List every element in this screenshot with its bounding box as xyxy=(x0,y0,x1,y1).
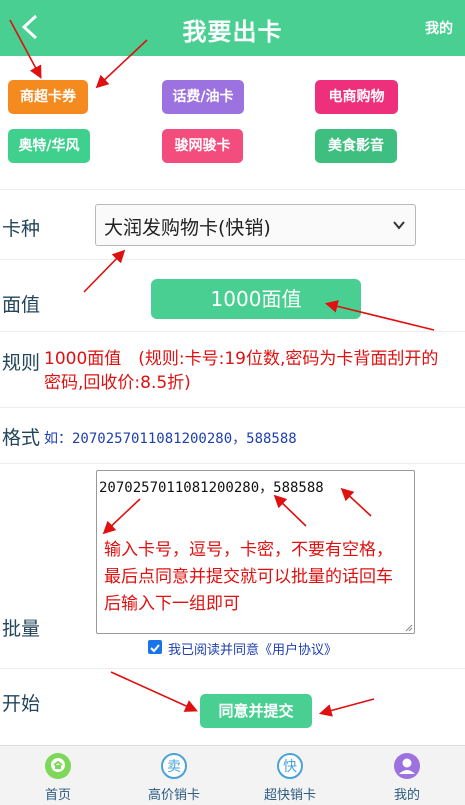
tab-high-price-sell-label: 高价销卡 xyxy=(147,788,200,803)
format-example: 如：2070257011081200280，588588 xyxy=(44,431,297,447)
tab-home[interactable]: 首页 xyxy=(0,746,116,805)
category-aote-huafeng-button[interactable]: 奥特/华风 xyxy=(8,129,90,163)
card-type-select[interactable]: 大润发购物卡(快销) xyxy=(95,204,416,246)
category-food-media-button[interactable]: 美食影音 xyxy=(315,129,397,163)
header-mine-link[interactable]: 我的 xyxy=(425,18,453,38)
category-junwang-button[interactable]: 骏网骏卡 xyxy=(162,129,243,163)
card-type-label: 卡种 xyxy=(2,218,41,240)
card-type-selected-value: 大润发购物卡(快销) xyxy=(104,217,271,239)
category-phone-fuel-button[interactable]: 话费/油卡 xyxy=(162,80,244,114)
agreement-checkbox[interactable] xyxy=(148,640,162,654)
tab-home-label: 首页 xyxy=(44,788,71,803)
tab-mine[interactable]: 我的 xyxy=(349,746,465,805)
tab-mine-label: 我的 xyxy=(393,788,420,803)
batch-label: 批量 xyxy=(2,618,41,640)
tab-fast-sell-label: 超快销卡 xyxy=(263,788,316,803)
tab-fast-sell[interactable]: 快 超快销卡 xyxy=(232,746,348,805)
fast-icon: 快 xyxy=(277,753,303,779)
fast-icon-glyph: 快 xyxy=(283,759,297,775)
card-type-row: 卡种 大润发购物卡(快销) xyxy=(0,190,465,260)
format-row: 格式 如：2070257011081200280，588588 xyxy=(0,408,465,464)
sell-icon-glyph: 卖 xyxy=(167,759,181,775)
start-label: 开始 xyxy=(2,693,41,715)
tab-high-price-sell[interactable]: 卖 高价销卡 xyxy=(116,746,232,805)
batch-input-value: 2070257011081200280，588588 xyxy=(99,480,324,496)
rule-text: 1000面值 (规则:卡号:19位数,密码为卡背面刮开的密码,回收价:8.5折) xyxy=(44,349,439,393)
face-value-label: 面值 xyxy=(2,294,41,316)
batch-input[interactable]: 2070257011081200280，588588 输入卡号，逗号，卡密，不要… xyxy=(96,470,415,634)
agreement-text[interactable]: 我已阅读并同意《用户协议》 xyxy=(168,639,337,658)
page-title: 我要出卡 xyxy=(182,18,283,46)
user-icon xyxy=(394,753,420,779)
category-panel: 商超卡券 话费/油卡 电商购物 奥特/华风 骏网骏卡 美食影音 xyxy=(0,56,465,190)
home-icon xyxy=(45,753,71,779)
checkmark-icon xyxy=(150,644,160,653)
sell-icon: 卖 xyxy=(161,753,187,779)
batch-instruction-annotation: 输入卡号，逗号，卡密，不要有空格，最后点同意并提交就可以批量的话回车后输入下一组… xyxy=(104,540,393,614)
app-header: 我要出卡 我的 xyxy=(0,0,465,56)
format-label: 格式 xyxy=(2,427,41,449)
agree-submit-button[interactable]: 同意并提交 xyxy=(200,694,312,728)
chevron-down-icon xyxy=(393,221,405,230)
bottom-tab-bar: 首页 卖 高价销卡 快 超快销卡 我的 xyxy=(0,745,465,805)
face-value-row: 面值 1000面值 xyxy=(0,260,465,332)
face-value-button[interactable]: 1000面值 xyxy=(151,279,361,319)
category-ecommerce-button[interactable]: 电商购物 xyxy=(315,80,398,114)
rule-label: 规则 xyxy=(2,352,41,374)
category-supermarket-button[interactable]: 商超卡券 xyxy=(8,80,88,114)
rule-row: 规则 1000面值 (规则:卡号:19位数,密码为卡背面刮开的密码,回收价:8.… xyxy=(0,332,465,408)
resize-grip-icon[interactable] xyxy=(405,624,413,632)
